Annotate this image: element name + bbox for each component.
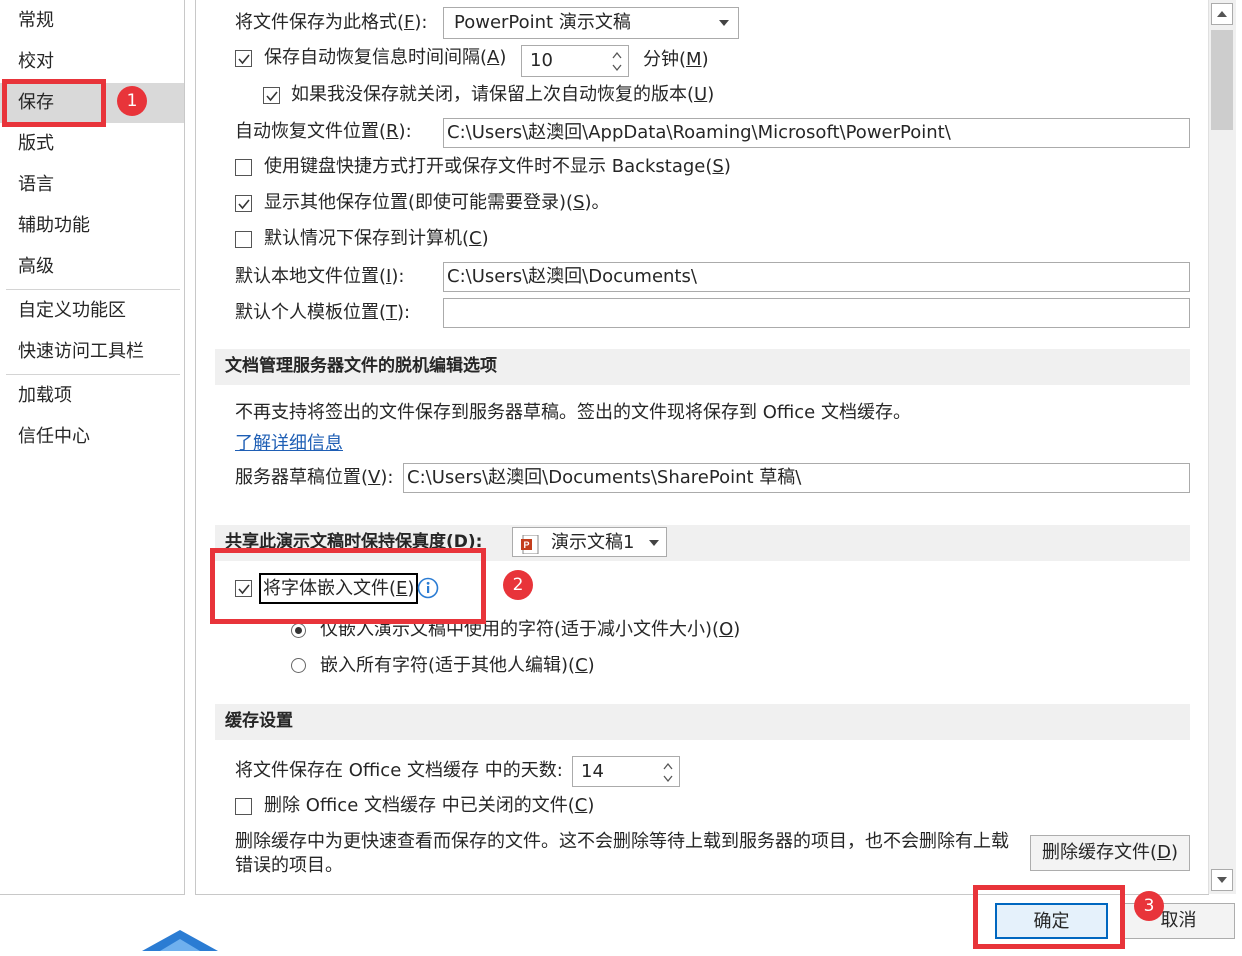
svg-text:P: P	[524, 540, 530, 550]
annotation-badge-2: 2	[503, 570, 533, 600]
ok-button[interactable]: 确定	[995, 903, 1108, 939]
delete-cache-files-button[interactable]: 删除缓存文件(D)	[1030, 835, 1190, 871]
autorecover-label: 保存自动恢复信息时间间隔(A)	[264, 47, 507, 68]
offline-editing-section-header: 文档管理服务器文件的脱机编辑选项	[215, 349, 1190, 385]
delete-closed-files-label: 删除 Office 文档缓存 中已关闭的文件(C)	[264, 795, 595, 816]
nav-item-proofing[interactable]: 校对	[0, 42, 184, 82]
keep-last-version-checkbox[interactable]	[263, 87, 280, 104]
embed-used-chars-label: 仅嵌入演示文稿中使用的字符(适于减小文件大小)(O)	[320, 619, 741, 640]
check-icon	[238, 199, 250, 210]
scroll-thumb[interactable]	[1211, 30, 1233, 130]
embed-fonts-checkbox[interactable]	[235, 580, 252, 597]
show-other-locations-label: 显示其他保存位置(即使可能需要登录)(S)。	[264, 192, 610, 213]
template-location-label: 默认个人模板位置(T):	[235, 302, 411, 323]
options-nav: 常规 校对 保存 版式 语言 辅助功能 高级 自定义功能区 快速访问工具栏 加载…	[0, 0, 185, 895]
save-format-select[interactable]: PowerPoint 演示文稿	[443, 7, 739, 39]
cache-days-value: 14	[581, 761, 604, 782]
info-icon[interactable]	[417, 577, 439, 604]
nav-item-addins[interactable]: 加载项	[0, 376, 184, 416]
save-format-label: 将文件保存为此格式(F):	[235, 12, 428, 33]
embed-all-chars-label: 嵌入所有字符(适于其他人编辑)(C)	[320, 655, 595, 676]
server-drafts-field[interactable]: C:\Users\赵澳回\Documents\SharePoint 草稿\	[403, 463, 1190, 493]
offline-notice: 不再支持将签出的文件保存到服务器草稿。签出的文件现将保存到 Office 文档缓…	[235, 402, 911, 423]
cache-days-label: 将文件保存在 Office 文档缓存 中的天数:	[235, 760, 563, 781]
scroll-down-button[interactable]	[1211, 869, 1233, 891]
nav-item-save[interactable]: 保存	[0, 83, 184, 123]
nav-item-trust-center[interactable]: 信任中心	[0, 417, 184, 457]
autorecover-location-field[interactable]: C:\Users\赵澳回\AppData\Roaming\Microsoft\P…	[443, 118, 1190, 148]
autorecover-location-label: 自动恢复文件位置(R):	[235, 121, 412, 142]
nav-item-language[interactable]: 语言	[0, 165, 184, 205]
fidelity-section-header: 共享此演示文稿时保持保真度(D):	[215, 525, 1190, 561]
vertical-scrollbar[interactable]	[1208, 0, 1236, 894]
check-icon	[238, 584, 250, 595]
keep-last-version-label: 如果我没保存就关闭，请保留上次自动恢复的版本(U)	[291, 84, 715, 105]
embed-used-chars-radio[interactable]	[291, 623, 306, 638]
annotation-badge-1: 1	[117, 86, 147, 116]
delete-closed-files-checkbox[interactable]	[235, 798, 252, 815]
nav-item-advanced[interactable]: 高级	[0, 247, 184, 287]
spin-down-icon[interactable]	[661, 773, 675, 785]
embed-all-chars-radio[interactable]	[291, 658, 306, 673]
cache-days-stepper[interactable]: 14	[572, 756, 680, 787]
nav-item-customize-ribbon[interactable]: 自定义功能区	[0, 291, 184, 331]
server-drafts-label: 服务器草稿位置(V):	[235, 467, 394, 488]
annotation-badge-3: 3	[1134, 891, 1164, 921]
chevron-down-icon	[648, 528, 660, 568]
spin-up-icon[interactable]	[661, 760, 675, 772]
arrow-up-icon	[1217, 11, 1227, 17]
nav-item-accessibility[interactable]: 辅助功能	[0, 206, 184, 246]
nav-item-layout[interactable]: 版式	[0, 124, 184, 164]
fidelity-document-select[interactable]: P 演示文稿1	[512, 527, 667, 557]
app-logo-icon	[140, 928, 220, 956]
save-to-computer-checkbox[interactable]	[235, 231, 252, 248]
autorecover-checkbox[interactable]	[235, 50, 252, 67]
save-format-value: PowerPoint 演示文稿	[454, 12, 631, 33]
cache-section-header: 缓存设置	[215, 704, 1190, 740]
check-icon	[238, 54, 250, 65]
nav-divider	[6, 374, 180, 375]
local-location-label: 默认本地文件位置(I):	[235, 266, 405, 287]
save-to-computer-label: 默认情况下保存到计算机(C)	[264, 228, 489, 249]
no-backstage-label: 使用键盘快捷方式打开或保存文件时不显示 Backstage(S)	[264, 156, 731, 177]
spin-down-icon[interactable]	[610, 62, 624, 74]
powerpoint-file-icon: P	[521, 534, 539, 564]
template-location-field[interactable]	[443, 298, 1190, 328]
check-icon	[266, 91, 278, 102]
autorecover-minutes-stepper[interactable]: 10	[521, 45, 629, 77]
scroll-up-button[interactable]	[1211, 3, 1233, 25]
nav-item-general[interactable]: 常规	[0, 1, 184, 41]
nav-item-quick-access[interactable]: 快速访问工具栏	[0, 332, 184, 372]
cache-description-line1: 删除缓存中为更快速查看而保存的文件。这不会删除等待上载到服务器的项目，也不会删除…	[235, 831, 1009, 852]
cache-description-line2: 错误的项目。	[235, 855, 343, 876]
minutes-label: 分钟(M)	[643, 49, 709, 70]
show-other-locations-checkbox[interactable]	[235, 195, 252, 212]
no-backstage-checkbox[interactable]	[235, 159, 252, 176]
fidelity-document-value: 演示文稿1	[551, 532, 635, 553]
autorecover-minutes-value: 10	[530, 50, 553, 71]
chevron-down-icon	[718, 8, 730, 48]
local-location-field[interactable]: C:\Users\赵澳回\Documents\	[443, 262, 1190, 292]
arrow-down-icon	[1217, 877, 1227, 883]
spin-up-icon[interactable]	[610, 49, 624, 61]
embed-fonts-label: 将字体嵌入文件(E)	[259, 573, 419, 604]
learn-more-link[interactable]: 了解详细信息	[235, 430, 343, 458]
nav-divider	[6, 289, 180, 290]
